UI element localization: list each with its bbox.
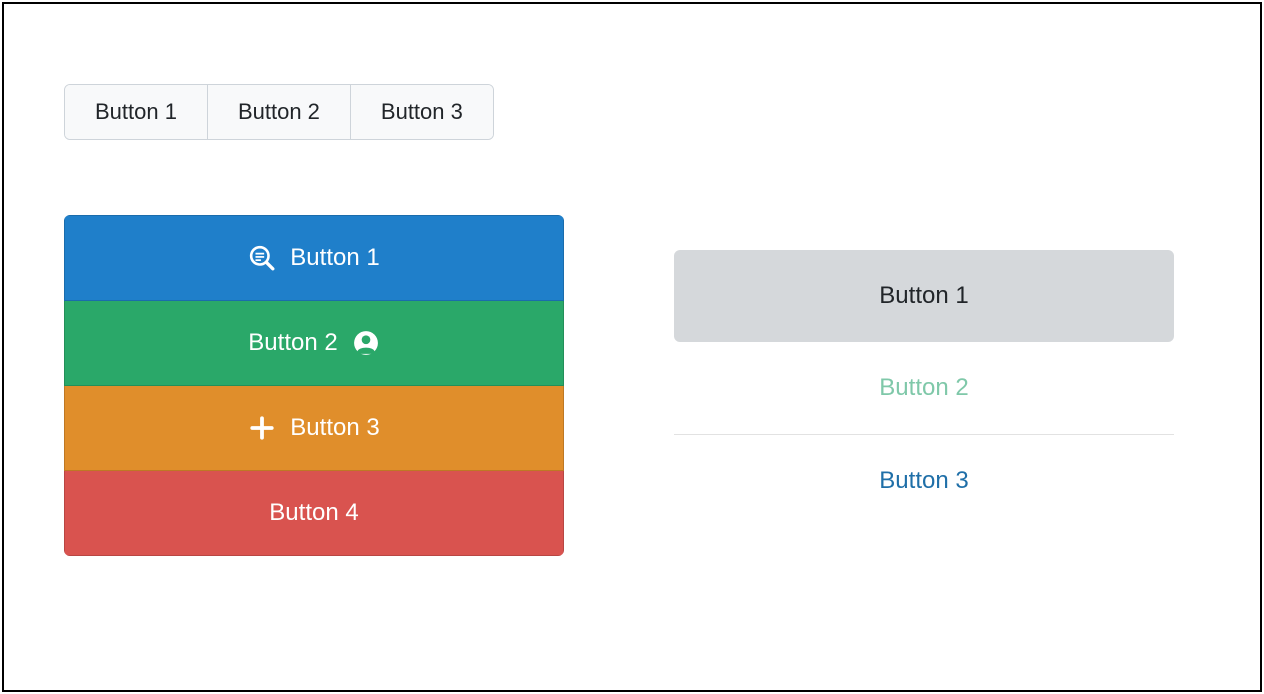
v-button-4-label: Button 4 [269, 499, 358, 527]
search-list-icon [248, 244, 276, 272]
columns-wrapper: Button 1 Button 2 Button 3 Button 4 Butt… [64, 215, 1200, 556]
v-button-3-label: Button 3 [290, 414, 379, 442]
list-button-1[interactable]: Button 1 [674, 250, 1174, 342]
v-button-3[interactable]: Button 3 [64, 386, 564, 471]
v-button-4[interactable]: Button 4 [64, 471, 564, 556]
v-button-2-label: Button 2 [248, 329, 337, 357]
list-button-2[interactable]: Button 2 [674, 342, 1174, 435]
demo-frame: Button 1 Button 2 Button 3 Button 1 Butt… [2, 2, 1262, 692]
v-button-1[interactable]: Button 1 [64, 215, 564, 301]
plus-icon [248, 414, 276, 442]
horizontal-button-group: Button 1 Button 2 Button 3 [64, 84, 494, 140]
v-button-1-label: Button 1 [290, 244, 379, 272]
h-button-1[interactable]: Button 1 [65, 85, 208, 139]
vertical-button-group: Button 1 Button 2 Button 3 Button 4 [64, 215, 564, 556]
h-button-2[interactable]: Button 2 [208, 85, 351, 139]
v-button-2[interactable]: Button 2 [64, 301, 564, 386]
user-circle-icon [352, 329, 380, 357]
list-button-3[interactable]: Button 3 [674, 435, 1174, 527]
list-button-group: Button 1 Button 2 Button 3 [674, 250, 1174, 556]
h-button-3[interactable]: Button 3 [351, 85, 493, 139]
